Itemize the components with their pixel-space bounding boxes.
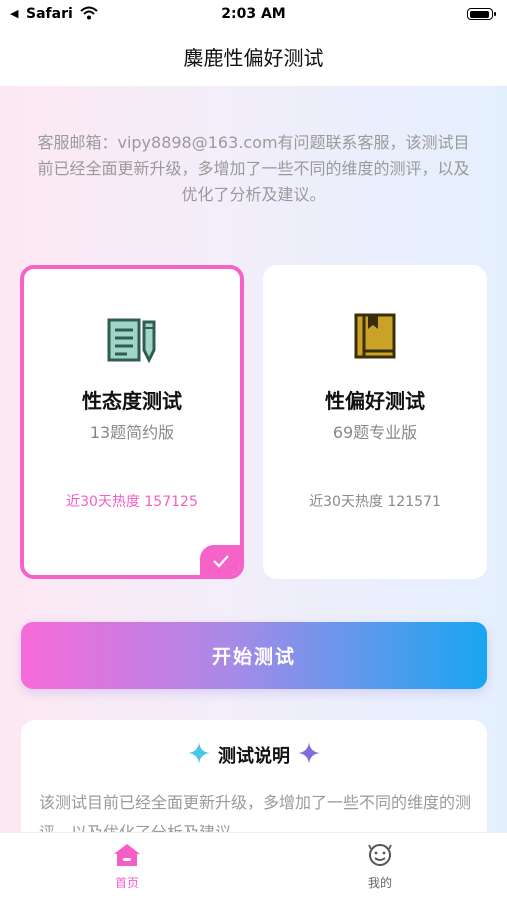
book-icon xyxy=(263,313,487,359)
card-title: 性态度测试 xyxy=(82,389,182,413)
smiley-icon xyxy=(368,844,392,866)
description-title: 测试说明 xyxy=(218,746,290,767)
card-heat: 近30天热度 157125 xyxy=(66,494,198,510)
tab-home-label: 首页 xyxy=(114,876,139,890)
description-header: 测试说明 xyxy=(21,740,487,770)
start-test-button[interactable]: 开始测试 xyxy=(21,622,487,689)
status-bar: ◀ Safari 2:03 AM xyxy=(0,0,507,30)
description-card: 测试说明 该测试目前已经全面更新升级，多增加了一些不同的维度的测评，以及优化了分… xyxy=(21,720,487,850)
tab-bar: 首页 我的 xyxy=(0,832,507,901)
sparkle-icon xyxy=(298,742,320,768)
tab-mine[interactable]: 我的 xyxy=(320,843,440,891)
notebook-pen-icon xyxy=(24,317,240,363)
battery-icon xyxy=(467,8,496,20)
card-subtitle: 13题简约版 xyxy=(89,423,175,442)
card-heat: 近30天热度 121571 xyxy=(309,494,441,510)
test-card-preference[interactable]: 性偏好测试 69题专业版 近30天热度 121571 xyxy=(263,265,487,579)
sparkle-icon xyxy=(188,742,210,768)
card-title: 性偏好测试 xyxy=(325,389,425,413)
tab-mine-label: 我的 xyxy=(367,876,392,890)
nav-title: 麋鹿性偏好测试 xyxy=(0,30,507,86)
clock: 2:03 AM xyxy=(221,6,286,22)
tab-home[interactable]: 首页 xyxy=(67,843,187,891)
test-card-attitude[interactable]: 性态度测试 13题简约版 近30天热度 157125 xyxy=(20,265,244,579)
card-subtitle: 69题专业版 xyxy=(332,423,418,442)
home-icon xyxy=(114,844,140,866)
notice-text: 客服邮箱：vipy8898@163.com有问题联系客服，该测试目前已经全面更新… xyxy=(37,133,470,204)
selected-check-icon xyxy=(200,545,240,575)
